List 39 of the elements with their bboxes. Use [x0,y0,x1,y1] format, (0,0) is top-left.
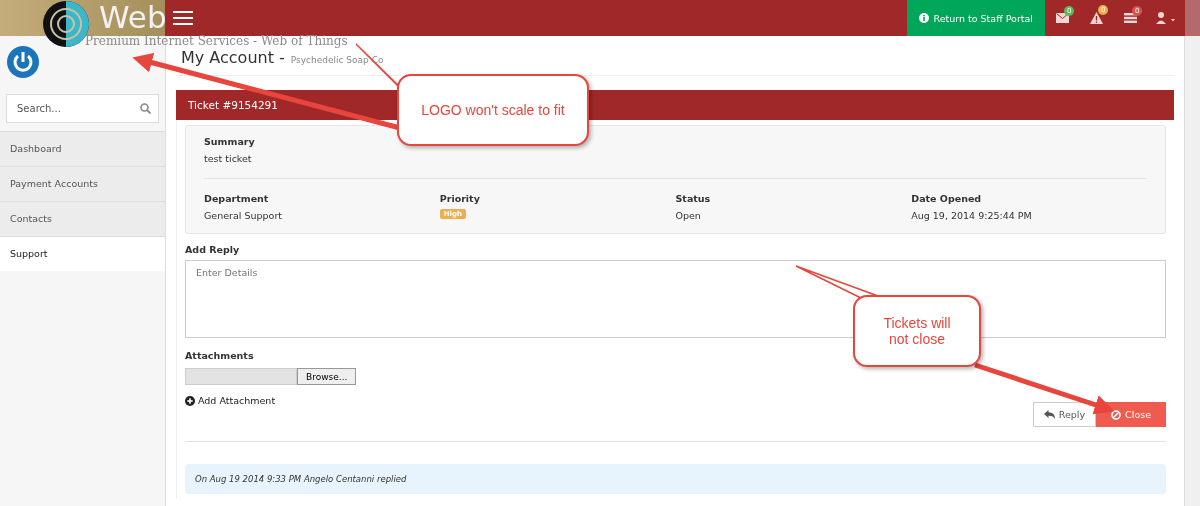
field-label: Department [204,193,270,204]
add-attachment-link[interactable]: Add Attachment [185,395,276,406]
sidebar-item[interactable]: Payment Accounts [0,166,165,201]
user-menu-icon[interactable] [1156,12,1176,24]
ticket-title: Ticket #9154291 [188,99,278,111]
info-icon [919,13,930,23]
summary-label: Summary [204,136,256,147]
search-icon [140,103,151,114]
field-value: Aug 19, 2014 9:25:44 PM [911,210,1033,221]
page-title: My Account - [181,48,285,67]
plus-circle-icon [185,395,195,406]
file-path-field[interactable] [185,368,297,385]
field-label: Date Opened [911,193,983,204]
reply-button[interactable]: Reply [1032,402,1097,427]
summary-text: test ticket [204,153,253,164]
warning-icon[interactable] [1089,12,1103,24]
browse-button[interactable]: Browse... [297,368,357,385]
add-reply-label: Add Reply [185,244,241,255]
field-value: Open [675,210,702,221]
search-field[interactable]: Search... [6,94,159,123]
annotation-callout: LOGO won't scale to fit [397,74,589,146]
reply-meta-text: On Aug 19 2014 9:33 PM Angelo Centanni replied [195,474,407,484]
field-label: Priority [439,193,481,204]
annotation-callout: Tickets will not close [853,295,981,367]
field-value: General Support [204,210,283,221]
sidebar-item[interactable]: Dashboard [0,131,165,166]
logo-tagline: Premium Internet Services - Web of Things [85,34,348,48]
scrollbar[interactable] [1185,0,1200,36]
menu-icon[interactable] [173,11,193,25]
power-icon[interactable] [7,46,39,78]
field-label: Status [675,193,712,204]
sidebar-item[interactable]: Support [0,236,165,271]
reply-arrow-icon [1043,410,1055,419]
envelope-icon[interactable] [1055,13,1069,23]
sidebar-item[interactable]: Contacts [0,201,165,236]
logo-wordmark: Web [99,0,167,34]
attachments-label: Attachments [185,350,255,361]
ban-icon [1111,409,1122,420]
tasks-icon[interactable] [1123,13,1137,23]
